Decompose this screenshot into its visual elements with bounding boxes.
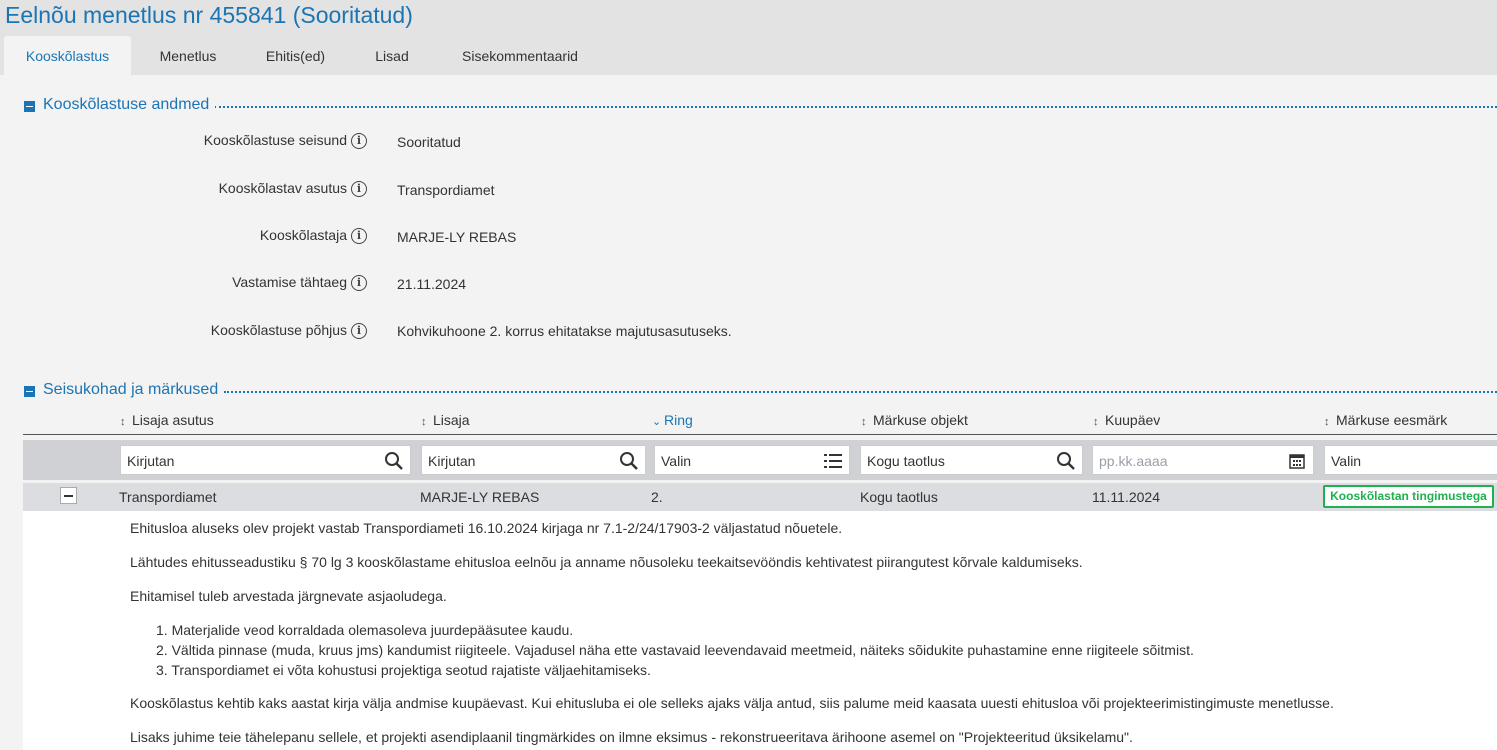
info-icon[interactable]: i: [351, 228, 367, 244]
list-item: 2. Vältida pinnase (muda, kruus jms) kan…: [156, 642, 1194, 658]
sort-icon: ↕: [1093, 416, 1099, 428]
column-header-institution[interactable]: ↕ Lisaja asutus: [120, 412, 214, 428]
field-value-deadline: 21.11.2024: [397, 276, 467, 292]
sort-icon: ↕: [421, 416, 427, 428]
column-header-purpose[interactable]: ↕ Märkuse eesmärk: [1324, 412, 1447, 428]
field-value-coordinator: MARJE-LY REBAS: [397, 229, 517, 245]
field-label-status: Kooskõlastuse seisund: [203, 132, 347, 148]
field-label-institution: Kooskõlastav asutus: [218, 180, 347, 196]
field-label-coordinator: Kooskõlastaja: [259, 227, 347, 243]
filter-author[interactable]: [421, 445, 646, 475]
tab-sisekommentaarid[interactable]: Sisekommentaarid: [444, 36, 596, 75]
section-title-details: Kooskõlastuse andmed: [43, 96, 216, 114]
field-value-institution: Transpordiamet: [397, 182, 495, 198]
field-value-status: Sooritatud: [397, 134, 461, 150]
column-label: Kuupäev: [1105, 412, 1161, 428]
search-icon[interactable]: [1056, 451, 1076, 471]
cell-author: MARJE-LY REBAS: [420, 489, 540, 505]
field-value-reason: Kohvikuhoone 2. korrus ehitatakse majutu…: [397, 323, 732, 339]
filter-purpose-input[interactable]: [1329, 452, 1471, 470]
remark-paragraph: Lähtudes ehitusseadustiku § 70 lg 3 koos…: [130, 554, 1083, 570]
tab-ehitised[interactable]: Ehitis(ed): [248, 36, 343, 75]
filter-object-input[interactable]: [865, 452, 1046, 470]
section-header-details: Kooskõlastuse andmed: [24, 96, 1497, 116]
calendar-icon[interactable]: [1287, 451, 1307, 471]
list-item: 1. Materjalide veod korraldada olemasole…: [156, 622, 574, 638]
cell-object: Kogu taotlus: [860, 489, 938, 505]
remark-paragraph: Ehitamisel tuleb arvestada järgnevate as…: [130, 588, 447, 604]
column-header-author[interactable]: ↕ Lisaja: [421, 412, 470, 428]
column-label: Märkuse objekt: [873, 412, 968, 428]
info-icon[interactable]: i: [351, 323, 367, 339]
tab-lisad[interactable]: Lisad: [356, 36, 428, 75]
status-badge: Kooskõlastan tingimustega: [1323, 485, 1494, 508]
section-divider: [224, 391, 1497, 393]
section-title-remarks: Seisukohad ja märkused: [43, 381, 225, 399]
page-title: Eelnõu menetlus nr 455841 (Sooritatud): [5, 2, 413, 28]
tab-kooskolastus[interactable]: Kooskõlastus: [4, 36, 131, 75]
filter-row: [23, 440, 1497, 480]
table-row[interactable]: Transpordiamet MARJE-LY REBAS 2. Kogu ta…: [23, 483, 1497, 511]
column-header-date[interactable]: ↕ Kuupäev: [1093, 412, 1160, 428]
filter-purpose[interactable]: [1324, 445, 1497, 475]
list-item: 3. Transpordiamet ei võta kohustusi proj…: [156, 662, 651, 678]
remark-paragraph: Lisaks juhime teie tähelepanu sellele, e…: [130, 729, 1133, 745]
column-label: Lisaja: [433, 412, 470, 428]
section-header-remarks: Seisukohad ja märkused: [24, 381, 1497, 401]
column-header-object[interactable]: ↕ Märkuse objekt: [861, 412, 968, 428]
cell-date: 11.11.2024: [1092, 489, 1160, 505]
remark-paragraph: Ehitusloa aluseks olev projekt vastab Tr…: [130, 520, 843, 536]
filter-institution-input[interactable]: [125, 452, 361, 470]
sort-icon: ↕: [861, 416, 867, 428]
info-icon[interactable]: i: [351, 275, 367, 291]
info-icon[interactable]: i: [351, 181, 367, 197]
remark-paragraph: Kooskõlastus kehtib kaks aastat kirja vä…: [130, 695, 1334, 711]
section-divider: [214, 106, 1497, 108]
table-header-divider: [23, 434, 1497, 435]
search-icon[interactable]: [384, 451, 404, 471]
filter-date-input[interactable]: [1097, 452, 1277, 470]
cell-round: 2.: [651, 489, 663, 505]
field-label-reason: Kooskõlastuse põhjus: [210, 322, 347, 338]
column-label: Ring: [664, 412, 693, 428]
title-bar: Eelnõu menetlus nr 455841 (Sooritatud) K…: [0, 0, 1497, 75]
filter-date[interactable]: [1092, 445, 1314, 475]
column-label: Märkuse eesmärk: [1336, 412, 1448, 428]
remark-detail: Ehitusloa aluseks olev projekt vastab Tr…: [23, 511, 1497, 750]
field-label-deadline: Vastamise tähtaeg: [232, 274, 347, 290]
filter-round[interactable]: [654, 445, 850, 475]
tab-menetlus[interactable]: Menetlus: [141, 36, 235, 75]
list-icon[interactable]: [823, 451, 843, 471]
filter-round-input[interactable]: [659, 452, 819, 470]
column-label: Lisaja asutus: [132, 412, 214, 428]
cell-institution: Transpordiamet: [119, 489, 217, 505]
filter-object[interactable]: [860, 445, 1083, 475]
filter-author-input[interactable]: [426, 452, 609, 470]
sort-desc-icon: ⌄: [652, 416, 662, 428]
collapse-section-button[interactable]: [24, 101, 35, 112]
info-icon[interactable]: i: [351, 133, 367, 149]
column-header-round[interactable]: ⌄ Ring: [652, 412, 693, 428]
filter-institution[interactable]: [120, 445, 411, 475]
sort-icon: ↕: [1324, 416, 1330, 428]
collapse-section-button[interactable]: [24, 386, 35, 397]
collapse-row-button[interactable]: [60, 487, 77, 504]
search-icon[interactable]: [619, 451, 639, 471]
sort-icon: ↕: [120, 416, 126, 428]
